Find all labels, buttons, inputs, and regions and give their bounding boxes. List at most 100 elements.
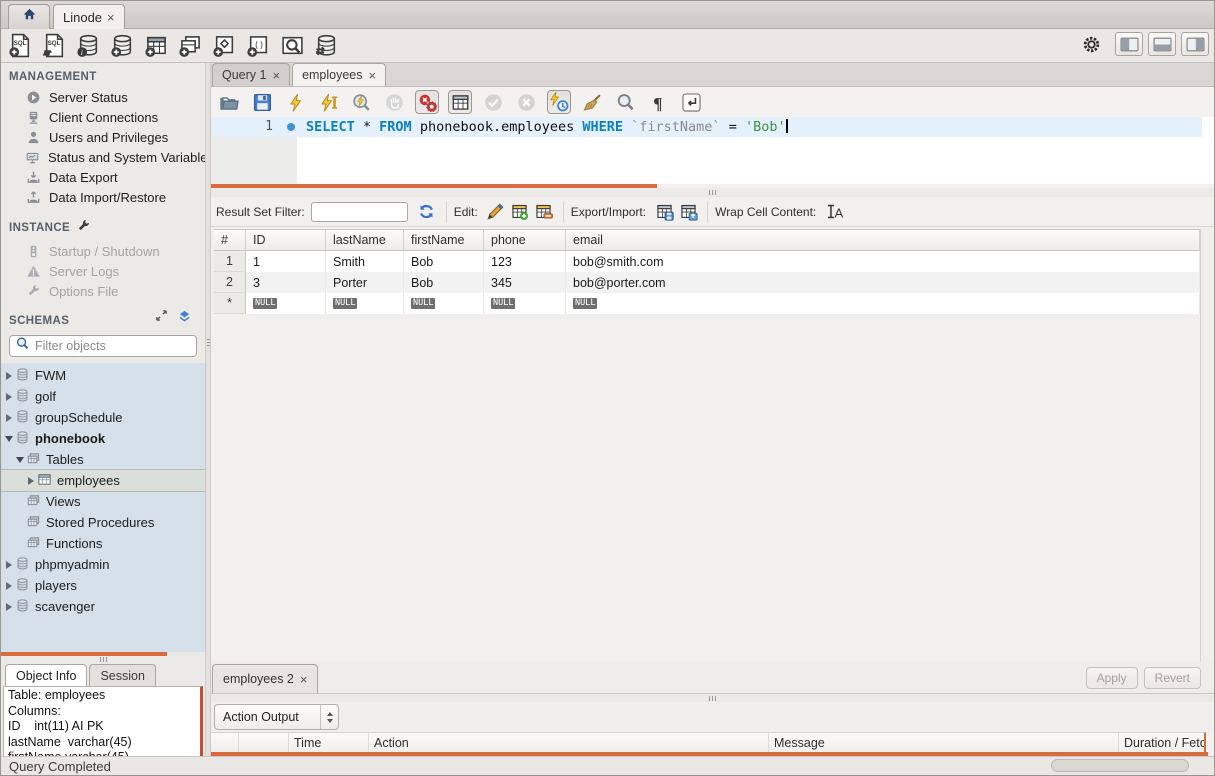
create-procedure-icon[interactable] bbox=[211, 32, 238, 59]
apply-button[interactable]: Apply bbox=[1086, 667, 1138, 689]
export-recordset-icon[interactable] bbox=[652, 201, 676, 223]
toggle-stop-on-error-icon[interactable] bbox=[415, 90, 439, 114]
new-sql-tab-icon[interactable]: SQL bbox=[7, 32, 34, 59]
add-row-icon[interactable] bbox=[508, 201, 532, 223]
output-selector[interactable]: Action Output bbox=[214, 704, 339, 730]
column-header-phone[interactable]: phone bbox=[484, 230, 566, 250]
commit-icon[interactable] bbox=[481, 90, 505, 114]
grid-cell[interactable]: Bob bbox=[404, 251, 484, 272]
grid-vertical-scrollbar[interactable] bbox=[1200, 229, 1212, 661]
save-icon[interactable] bbox=[250, 90, 274, 114]
grid-row[interactable]: 23PorterBob345bob@porter.com bbox=[214, 272, 1200, 293]
clean-sql-icon[interactable] bbox=[580, 90, 604, 114]
revert-button[interactable]: Revert bbox=[1144, 667, 1201, 689]
grid-cell[interactable]: 123 bbox=[484, 251, 566, 272]
grid-cell[interactable]: NULL bbox=[246, 293, 326, 314]
collapsed-arrow-icon[interactable] bbox=[3, 561, 15, 569]
grid-cell[interactable]: Bob bbox=[404, 272, 484, 293]
tree-node-players[interactable]: players bbox=[1, 575, 205, 596]
sidebar-item-users-and-privileges[interactable]: Users and Privileges bbox=[1, 127, 205, 147]
sidebar-splitter[interactable] bbox=[1, 656, 205, 663]
close-icon[interactable]: × bbox=[107, 11, 115, 24]
find-icon[interactable] bbox=[613, 90, 637, 114]
tree-node-phpmyadmin[interactable]: phpmyadmin bbox=[1, 554, 205, 575]
create-function-icon[interactable]: () bbox=[245, 32, 272, 59]
limit-rows-icon[interactable] bbox=[448, 90, 472, 114]
editor-tab-employees[interactable]: employees× bbox=[292, 63, 386, 86]
output-column-blank[interactable] bbox=[239, 733, 289, 752]
execute-icon[interactable] bbox=[283, 90, 307, 114]
close-icon[interactable]: × bbox=[272, 69, 280, 82]
grid-cell[interactable]: NULL bbox=[326, 293, 404, 314]
output-column-action[interactable]: Action bbox=[369, 733, 769, 752]
grid-cell[interactable]: 345 bbox=[484, 272, 566, 293]
grid-placeholder-row[interactable]: *NULLNULLNULLNULLNULL bbox=[214, 293, 1200, 314]
explain-icon[interactable] bbox=[349, 90, 373, 114]
column-header-ID[interactable]: ID bbox=[246, 230, 326, 250]
expanded-arrow-icon[interactable] bbox=[3, 436, 15, 442]
output-column-duration-fetch[interactable]: Duration / Fetch bbox=[1119, 733, 1206, 752]
show-invisibles-icon[interactable]: ¶ bbox=[646, 90, 670, 114]
horizontal-scrollbar[interactable] bbox=[1051, 759, 1189, 772]
tree-node-groupschedule[interactable]: groupSchedule bbox=[1, 407, 205, 428]
result-set-filter-input[interactable] bbox=[311, 202, 408, 222]
editor-tab-query-1[interactable]: Query 1× bbox=[212, 63, 290, 86]
tree-node-tables[interactable]: Tables bbox=[1, 449, 205, 470]
row-number-cell[interactable]: 1 bbox=[214, 251, 246, 272]
expanded-arrow-icon[interactable] bbox=[14, 457, 26, 463]
grid-cell[interactable]: NULL bbox=[566, 293, 1200, 314]
grid-cell[interactable]: NULL bbox=[484, 293, 566, 314]
import-records-icon[interactable] bbox=[676, 201, 700, 223]
row-number-cell[interactable]: * bbox=[214, 293, 246, 314]
collapsed-arrow-icon[interactable] bbox=[3, 393, 15, 401]
output-column-message[interactable]: Message bbox=[769, 733, 1119, 752]
grid-cell[interactable]: Smith bbox=[326, 251, 404, 272]
sidebar-item-server-status[interactable]: Server Status bbox=[1, 87, 205, 107]
tree-node-employees[interactable]: employees bbox=[1, 470, 205, 491]
editor-result-splitter[interactable] bbox=[211, 188, 1214, 197]
grid-cell[interactable]: bob@smith.com bbox=[566, 251, 1200, 272]
collapsed-arrow-icon[interactable] bbox=[3, 414, 15, 422]
expand-panel-icon[interactable] bbox=[155, 309, 168, 325]
sidebar-item-status-and-system-variables[interactable]: Status and System Variables bbox=[1, 147, 205, 167]
preferences-gear-icon[interactable] bbox=[1080, 33, 1102, 55]
tree-node-phonebook[interactable]: phonebook bbox=[1, 428, 205, 449]
schema-filter[interactable] bbox=[9, 335, 197, 357]
tree-node-golf[interactable]: golf bbox=[1, 386, 205, 407]
refresh-grid-icon[interactable] bbox=[415, 201, 439, 223]
collapsed-arrow-icon[interactable] bbox=[3, 582, 15, 590]
rollback-icon[interactable] bbox=[514, 90, 538, 114]
toggle-autocommit-icon[interactable] bbox=[547, 90, 571, 114]
toggle-bottom-panel-icon[interactable] bbox=[1148, 32, 1176, 56]
create-view-icon[interactable] bbox=[177, 32, 204, 59]
tab-object-info[interactable]: Object Info bbox=[5, 664, 87, 686]
sidebar-item-server-logs[interactable]: Server Logs bbox=[1, 261, 205, 281]
sidebar-item-startup-shutdown[interactable]: Startup / Shutdown bbox=[1, 241, 205, 261]
wrap-cell-content-icon[interactable]: A bbox=[822, 201, 846, 223]
tree-node-functions[interactable]: Functions bbox=[1, 533, 205, 554]
refresh-schemas-icon[interactable] bbox=[178, 309, 191, 325]
column-header-row-number[interactable]: # bbox=[214, 230, 246, 250]
sidebar-item-options-file[interactable]: Options File bbox=[1, 281, 205, 301]
search-table-data-icon[interactable] bbox=[279, 32, 306, 59]
delete-row-icon[interactable] bbox=[532, 201, 556, 223]
edit-cell-icon[interactable] bbox=[484, 201, 508, 223]
tree-node-views[interactable]: Views bbox=[1, 491, 205, 512]
sidebar-item-data-import-restore[interactable]: Data Import/Restore bbox=[1, 187, 205, 207]
column-header-firstName[interactable]: firstName bbox=[404, 230, 484, 250]
collapsed-arrow-icon[interactable] bbox=[25, 477, 37, 485]
column-header-email[interactable]: email bbox=[566, 230, 1200, 250]
reconnect-dbms-icon[interactable] bbox=[313, 32, 340, 59]
grid-cell[interactable]: 3 bbox=[246, 272, 326, 293]
tree-node-fwm[interactable]: FWM bbox=[1, 365, 205, 386]
toggle-left-panel-icon[interactable] bbox=[1115, 32, 1143, 56]
grid-row[interactable]: 11SmithBob123bob@smith.com bbox=[214, 251, 1200, 272]
tree-node-scavenger[interactable]: scavenger bbox=[1, 596, 205, 617]
tab-session[interactable]: Session bbox=[89, 664, 155, 686]
open-file-icon[interactable] bbox=[217, 90, 241, 114]
collapsed-arrow-icon[interactable] bbox=[3, 603, 15, 611]
grid-cell[interactable]: NULL bbox=[404, 293, 484, 314]
schema-filter-input[interactable] bbox=[35, 339, 185, 353]
create-schema-icon[interactable] bbox=[109, 32, 136, 59]
execute-current-icon[interactable] bbox=[316, 90, 340, 114]
